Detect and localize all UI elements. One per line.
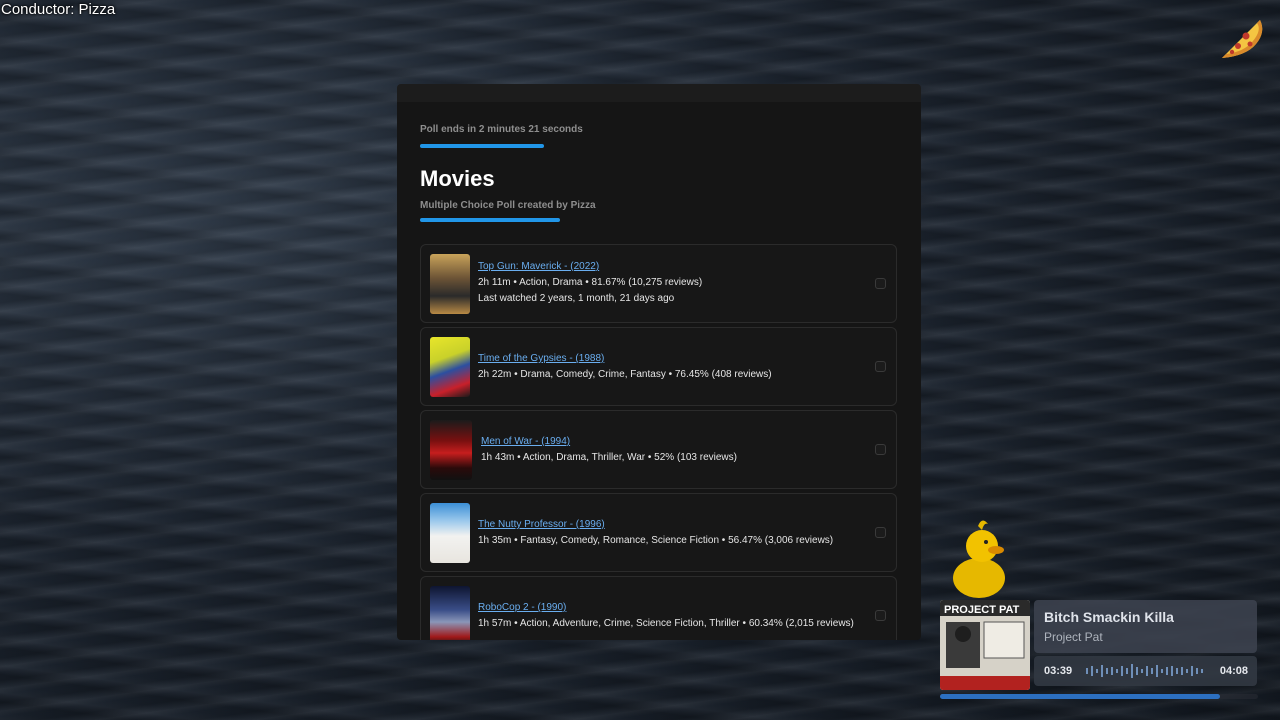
album-art-text: PROJECT PAT	[944, 604, 1020, 616]
total-time: 04:08	[1219, 665, 1248, 677]
movie-title-link[interactable]: Top Gun: Maverick - (2022)	[478, 261, 702, 272]
poll-timer-text: Poll ends in 2 minutes 21 seconds	[420, 124, 583, 135]
movie-poster	[430, 503, 470, 563]
movie-poster	[430, 420, 472, 480]
poll-subtitle: Multiple Choice Poll created by Pizza	[420, 200, 596, 211]
now-playing-info: Bitch Smackin Killa Project Pat	[1034, 600, 1257, 653]
album-art: PROJECT PAT	[940, 600, 1030, 690]
pizza-icon	[1222, 20, 1263, 58]
movie-poster	[430, 337, 470, 397]
now-playing-widget: PROJECT PAT Bitch Smackin Killa Project …	[940, 600, 1258, 699]
option-checkbox[interactable]	[875, 444, 886, 455]
poll-title: Movies	[420, 166, 495, 191]
movie-meta: 1h 35m • Fantasy, Comedy, Romance, Scien…	[478, 535, 834, 546]
poll-timer-bar	[420, 144, 544, 148]
current-time: 03:39	[1044, 665, 1073, 677]
option-checkbox[interactable]	[875, 278, 886, 289]
movie-title-link[interactable]: The Nutty Professor - (1996)	[478, 519, 833, 530]
poll-option[interactable]: Time of the Gypsies - (1988) 2h 22m • Dr…	[420, 327, 897, 406]
poll-option[interactable]: The Nutty Professor - (1996) 1h 35m • Fa…	[420, 493, 897, 572]
duck-icon	[953, 520, 1005, 598]
track-title: Bitch Smackin Killa	[1044, 609, 1174, 625]
movie-title-link[interactable]: Time of the Gypsies - (1988)	[478, 353, 772, 364]
track-progress-bar[interactable]	[940, 694, 1258, 699]
option-checkbox[interactable]	[875, 610, 886, 621]
movie-meta: 2h 22m • Drama, Comedy, Crime, Fantasy •…	[478, 369, 772, 380]
movie-meta: 2h 11m • Action, Drama • 81.67% (10,275 …	[478, 277, 703, 288]
movie-poster	[430, 254, 470, 314]
movie-title-link[interactable]: RoboCop 2 - (1990)	[478, 602, 854, 613]
poll-option[interactable]: Top Gun: Maverick - (2022) 2h 11m • Acti…	[420, 244, 897, 323]
audio-waveform-icon	[1086, 664, 1203, 678]
poll-option[interactable]: RoboCop 2 - (1990) 1h 57m • Action, Adve…	[420, 576, 897, 640]
poll-option[interactable]: Men of War - (1994) 1h 43m • Action, Dra…	[420, 410, 897, 489]
option-checkbox[interactable]	[875, 361, 886, 372]
movie-meta: 1h 43m • Action, Drama, Thriller, War • …	[481, 452, 737, 463]
option-checkbox[interactable]	[875, 527, 886, 538]
track-progress-fill	[940, 694, 1220, 699]
poll-subtitle-bar	[420, 218, 560, 222]
conductor-label: Conductor: Pizza	[1, 1, 116, 18]
movie-meta: 1h 57m • Action, Adventure, Crime, Scien…	[478, 618, 854, 629]
track-progress-box: 03:39 04:08	[1034, 656, 1257, 686]
movie-last-watched: Last watched 2 years, 1 month, 21 days a…	[478, 293, 675, 304]
poll-panel: Poll ends in 2 minutes 21 seconds Movies…	[397, 84, 921, 640]
movie-poster	[430, 586, 470, 640]
track-artist: Project Pat	[1044, 630, 1103, 644]
movie-title-link[interactable]: Men of War - (1994)	[481, 436, 737, 447]
